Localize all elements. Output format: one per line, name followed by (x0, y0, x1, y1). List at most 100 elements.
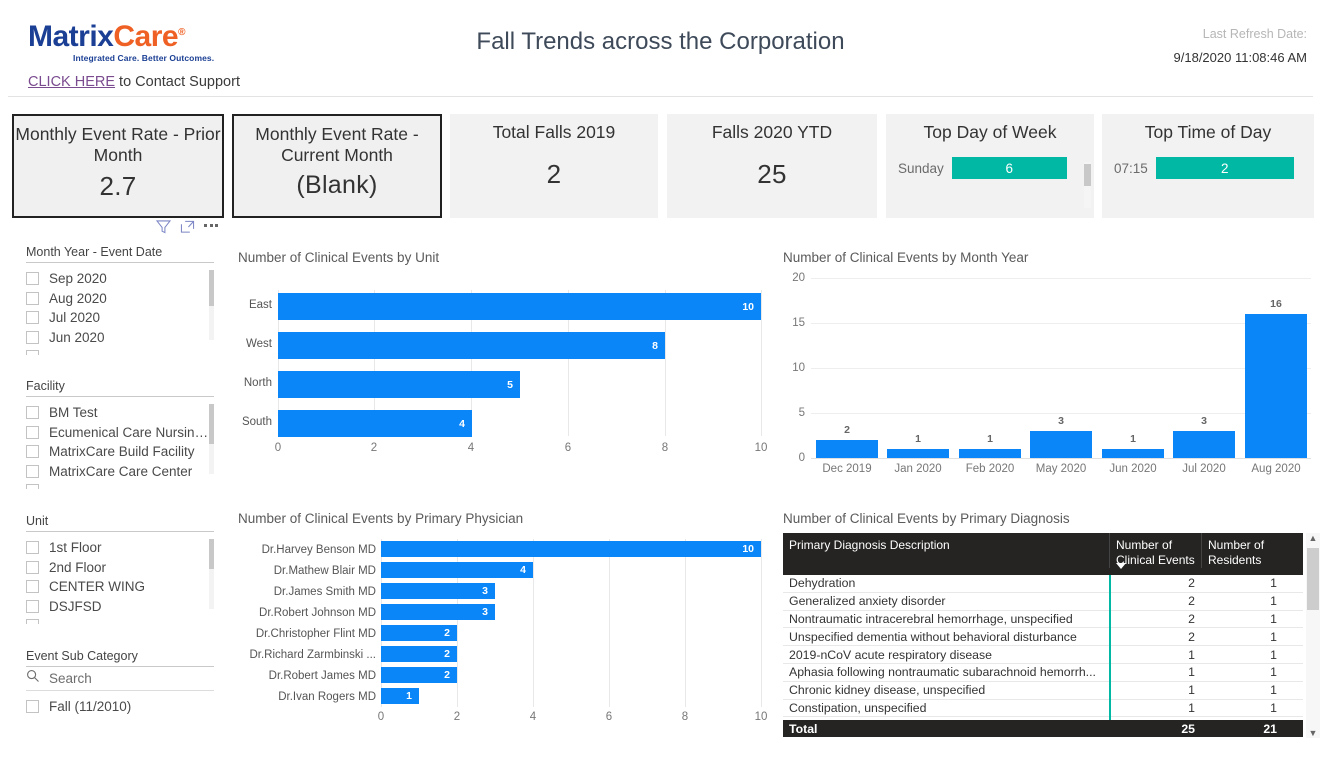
x-axis-tick: 8 (661, 442, 669, 454)
bar[interactable]: 3 (381, 604, 495, 620)
list-item[interactable]: Ecumenical Care Nursing ... (26, 423, 214, 443)
table-clinical-events-by-primary-diagnosis[interactable]: Number of Clinical Events by Primary Dia… (783, 511, 1303, 526)
checkbox-icon[interactable] (26, 311, 39, 325)
kpi-card-monthly-event-rate-prior-month[interactable]: Monthly Event Rate - Prior Month 2.7 (12, 114, 224, 218)
list-item[interactable]: Jun 2020 (26, 328, 214, 348)
bar[interactable]: 8 (278, 332, 665, 359)
bar[interactable] (959, 449, 1021, 458)
column-header-number-of-clinical-events[interactable]: Number of Clinical Events (1109, 533, 1201, 569)
chart-clinical-events-by-month-year[interactable]: Number of Clinical Events by Month Year … (783, 250, 1318, 480)
kpi-bar[interactable]: 6 (951, 157, 1067, 180)
table-scrollbar[interactable]: ▲ ▼ (1306, 533, 1320, 738)
list-item[interactable] (26, 347, 214, 355)
list-item[interactable]: 1st Floor (26, 538, 214, 558)
chart-clinical-events-by-unit[interactable]: Number of Clinical Events by Unit East 1… (238, 250, 778, 480)
bar[interactable]: 2 (381, 646, 457, 662)
table-row[interactable]: Chronic kidney disease, unspecified 1 1 (783, 682, 1303, 700)
bar[interactable]: 2 (381, 667, 457, 683)
x-axis-tick: Dec 2019 (822, 463, 872, 475)
checkbox-icon[interactable] (26, 350, 39, 355)
column-separator (1109, 575, 1111, 720)
diagnosis-table[interactable]: Primary Diagnosis Description Number of … (783, 533, 1320, 738)
scrollbar-thumb[interactable] (1307, 548, 1319, 610)
search-input[interactable]: Search (26, 667, 214, 691)
slicer-event-sub-category: Event Sub Category Search Fall (11/2010) (26, 649, 214, 717)
kpi-card-monthly-event-rate-current-month[interactable]: Monthly Event Rate - Current Month (Blan… (232, 114, 442, 218)
x-axis-tick: Jun 2020 (1109, 463, 1157, 475)
table-row[interactable]: Dehydration 2 1 (783, 575, 1303, 593)
checkbox-icon[interactable] (26, 560, 39, 574)
scroll-up-icon[interactable]: ▲ (1309, 533, 1318, 543)
list-item[interactable]: MatrixCare Build Facility (26, 442, 214, 462)
column-header-primary-diagnosis[interactable]: Primary Diagnosis Description (783, 533, 1109, 553)
click-here-link[interactable]: CLICK HERE (28, 74, 115, 90)
list-item[interactable]: BM Test (26, 403, 214, 423)
checkbox-icon[interactable] (26, 484, 39, 489)
checkbox-icon[interactable] (26, 599, 39, 613)
bar[interactable]: 2 (381, 625, 457, 641)
checkbox-icon[interactable] (26, 330, 39, 344)
table-row[interactable]: Nontraumatic intracerebral hemorrhage, u… (783, 611, 1303, 629)
list-item[interactable]: 2nd Floor (26, 558, 214, 578)
list-item[interactable]: CENTER WING (26, 577, 214, 597)
checkbox-icon[interactable] (26, 406, 39, 420)
checkbox-icon[interactable] (26, 700, 39, 714)
chart-clinical-events-by-primary-physician[interactable]: Number of Clinical Events by Primary Phy… (238, 511, 778, 741)
table-row[interactable]: Constipation, unspecified 1 1 (783, 700, 1303, 718)
kpi-title: Monthly Event Rate - Prior Month (15, 124, 221, 166)
bar[interactable] (887, 449, 949, 458)
kpi-bar[interactable]: 2 (1155, 157, 1294, 180)
bar[interactable]: 10 (278, 293, 761, 320)
list-item[interactable]: MatrixCare Care Center (26, 462, 214, 482)
slicer-scrollbar[interactable] (209, 539, 214, 609)
table-row[interactable]: Embolism and thrombosis of other arterie… (783, 717, 1303, 720)
list-item[interactable]: Fall (11/2010) (26, 697, 214, 717)
bar[interactable] (816, 440, 878, 458)
checkbox-icon[interactable] (26, 291, 39, 305)
list-item[interactable] (26, 616, 214, 624)
checkbox-icon[interactable] (26, 580, 39, 594)
slicer-item-label: Jul 2020 (49, 310, 101, 326)
bar[interactable]: 3 (381, 583, 495, 599)
list-item[interactable]: Aug 2020 (26, 289, 214, 309)
list-item[interactable]: Jul 2020 (26, 308, 214, 328)
checkbox-icon[interactable] (26, 425, 39, 439)
bar[interactable]: 4 (278, 410, 472, 437)
kpi-scrollbar[interactable] (1084, 162, 1091, 208)
focus-mode-icon[interactable] (180, 220, 195, 234)
table-row[interactable]: Unspecified dementia without behavioral … (783, 628, 1303, 647)
bar[interactable]: 5 (278, 371, 520, 398)
bar[interactable] (1102, 449, 1164, 458)
checkbox-icon[interactable] (26, 272, 39, 286)
bar[interactable]: 10 (381, 541, 761, 557)
bar[interactable]: 4 (381, 562, 533, 578)
kpi-card-total-falls-2019[interactable]: Total Falls 2019 2 (450, 114, 658, 218)
list-item[interactable] (26, 481, 214, 489)
list-item[interactable]: DSJFSD (26, 597, 214, 617)
table-row[interactable]: 2019-nCoV acute respiratory disease 1 1 (783, 646, 1303, 664)
table-row[interactable]: Aphasia following nontraumatic subarachn… (783, 664, 1303, 682)
bar[interactable] (1245, 314, 1307, 458)
kpi-card-top-day-of-week[interactable]: Top Day of Week Sunday 6 (886, 114, 1094, 218)
checkbox-icon[interactable] (26, 445, 39, 459)
kpi-bar-category: Sunday (898, 160, 944, 176)
y-axis-tick: 5 (798, 407, 805, 419)
list-item[interactable]: Sep 2020 (26, 269, 214, 289)
kpi-card-falls-2020-ytd[interactable]: Falls 2020 YTD 25 (667, 114, 877, 218)
table-row[interactable]: Generalized anxiety disorder 2 1 (783, 593, 1303, 611)
column-header-number-of-residents[interactable]: Number of Residents (1201, 533, 1283, 568)
more-options-icon[interactable] (204, 224, 218, 230)
slicer-item-label: Sep 2020 (49, 271, 107, 287)
bar[interactable] (1030, 431, 1092, 458)
checkbox-icon[interactable] (26, 541, 39, 555)
bar[interactable] (1173, 431, 1235, 458)
slicer-scrollbar[interactable] (209, 404, 214, 474)
kpi-card-top-time-of-day[interactable]: Top Time of Day 07:15 2 (1102, 114, 1314, 218)
scroll-down-icon[interactable]: ▼ (1309, 728, 1318, 738)
filter-funnel-icon[interactable] (156, 220, 171, 234)
bar[interactable]: 1 (381, 688, 419, 704)
slicer-scrollbar[interactable] (209, 270, 214, 340)
checkbox-icon[interactable] (26, 464, 39, 478)
cell-events: 2 (1188, 576, 1195, 591)
checkbox-icon[interactable] (26, 619, 39, 624)
